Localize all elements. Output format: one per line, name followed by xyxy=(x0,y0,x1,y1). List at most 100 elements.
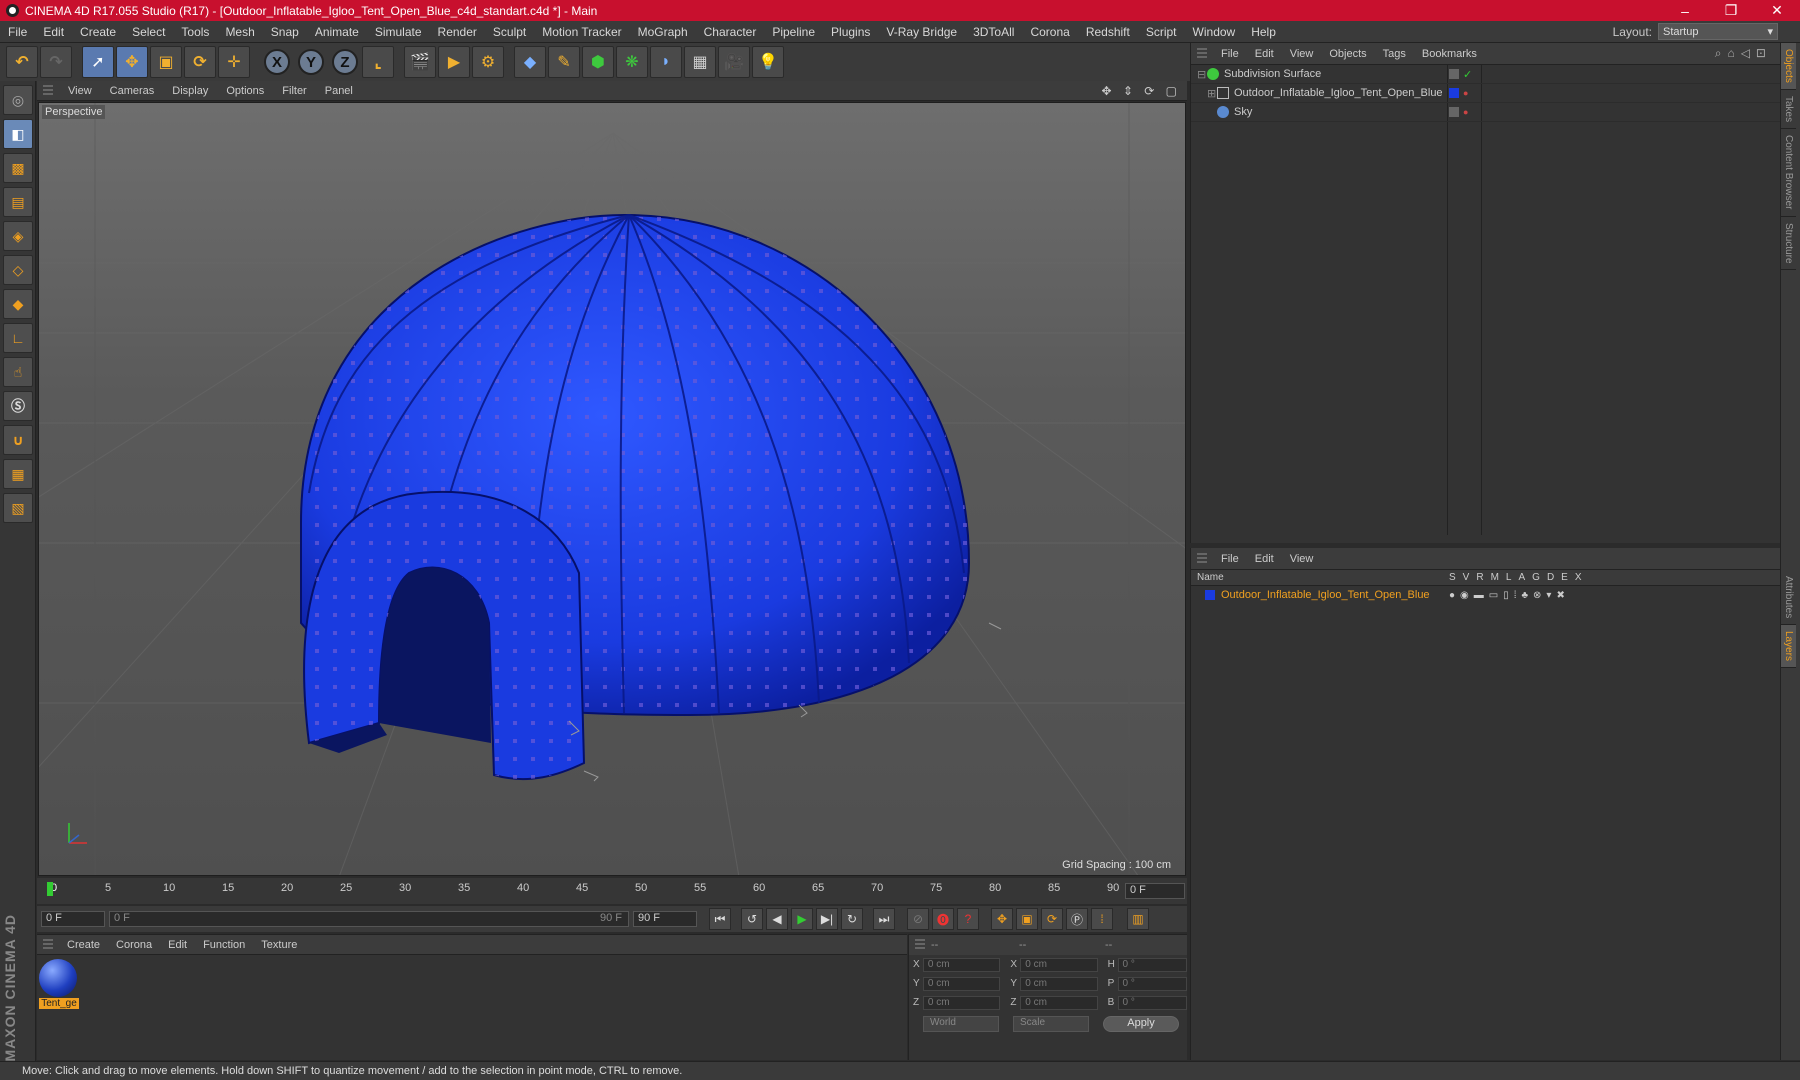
key-position-icon[interactable]: ✥ xyxy=(991,908,1013,930)
workplane-mode-icon[interactable]: ▤ xyxy=(3,187,33,217)
size-y-field[interactable]: 0 cm xyxy=(1020,976,1098,991)
object-menu-tags[interactable]: Tags xyxy=(1375,48,1414,60)
position-x-field[interactable]: 0 cm xyxy=(922,957,1001,972)
object-visibility-tags[interactable]: ● xyxy=(1449,107,1468,117)
material-swatch[interactable]: Tent_ge xyxy=(39,959,79,1009)
material-menu-create[interactable]: Create xyxy=(59,939,108,951)
generators-column[interactable]: G xyxy=(1532,572,1540,583)
next-frame-icon[interactable]: ▶| xyxy=(816,908,838,930)
xref-column[interactable]: X xyxy=(1575,572,1582,583)
menu-create[interactable]: Create xyxy=(72,25,124,39)
object-manager-nav-icons[interactable]: ⌕⌂◁⊡ xyxy=(1715,46,1772,61)
layer-menu-view[interactable]: View xyxy=(1282,553,1322,565)
menu-tools[interactable]: Tools xyxy=(173,25,217,39)
expand-toggle-icon[interactable]: ⊞ xyxy=(1207,87,1217,100)
menu-mograph[interactable]: MoGraph xyxy=(630,25,696,39)
tab-objects[interactable]: Objects xyxy=(1781,43,1796,90)
recent-tool-button[interactable]: ✛ xyxy=(218,46,250,78)
camera-object-button[interactable]: 🎥 xyxy=(718,46,750,78)
menu-motion-tracker[interactable]: Motion Tracker xyxy=(534,25,629,39)
end-frame-field[interactable]: 90 F xyxy=(633,911,697,927)
size-mode-dropdown[interactable]: Scale xyxy=(1013,1016,1089,1032)
key-scale-icon[interactable]: ▣ xyxy=(1016,908,1038,930)
scale-tool-button[interactable]: ▣ xyxy=(150,46,182,78)
panel-grip-icon[interactable] xyxy=(1197,552,1207,565)
object-row-igloo-tent[interactable]: ⊞ Outdoor_Inflatable_Igloo_Tent_Open_Blu… xyxy=(1191,84,1780,103)
previous-key-icon[interactable]: ↺ xyxy=(741,908,763,930)
planar-workplane-icon[interactable]: ▧ xyxy=(3,493,33,523)
view-column[interactable]: V xyxy=(1463,572,1470,583)
layer-menu-file[interactable]: File xyxy=(1213,553,1247,565)
menu-character[interactable]: Character xyxy=(696,25,765,39)
timeline-window-icon[interactable]: ▥ xyxy=(1127,908,1149,930)
viewport-menu-view[interactable]: View xyxy=(59,85,101,97)
coordinate-system-button[interactable]: ⌞ xyxy=(362,46,394,78)
render-column[interactable]: R xyxy=(1476,572,1483,583)
go-to-end-icon[interactable]: ⏭ xyxy=(873,908,895,930)
rotation-h-field[interactable]: 0 ° xyxy=(1117,957,1188,972)
menu-pipeline[interactable]: Pipeline xyxy=(764,25,823,39)
tab-structure[interactable]: Structure xyxy=(1781,217,1796,271)
menu-vray-bridge[interactable]: V-Ray Bridge xyxy=(878,25,965,39)
menu-plugins[interactable]: Plugins xyxy=(823,25,878,39)
redo-button[interactable]: ↷ xyxy=(40,46,72,78)
floor-object-button[interactable]: ▦ xyxy=(684,46,716,78)
key-point-level-icon[interactable]: ⁞ xyxy=(1091,908,1113,930)
tab-layers[interactable]: Layers xyxy=(1781,625,1796,669)
panel-grip-icon[interactable] xyxy=(915,939,925,951)
expressions-column[interactable]: E xyxy=(1561,572,1568,583)
perspective-viewport[interactable]: Perspective Grid Spacing : 100 cm xyxy=(38,102,1186,876)
key-parameter-icon[interactable]: Ⓟ xyxy=(1066,908,1088,930)
viewport-menu-cameras[interactable]: Cameras xyxy=(101,85,164,97)
material-menu-function[interactable]: Function xyxy=(195,939,253,951)
next-key-icon[interactable]: ↻ xyxy=(841,908,863,930)
menu-select[interactable]: Select xyxy=(124,25,173,39)
igloo-tent-model[interactable] xyxy=(300,213,971,781)
record-active-icon[interactable]: ⊘ xyxy=(907,908,929,930)
render-settings-button[interactable]: ⚙ xyxy=(472,46,504,78)
locked-column[interactable]: L xyxy=(1506,572,1512,583)
manager-column[interactable]: M xyxy=(1491,572,1499,583)
position-y-field[interactable]: 0 cm xyxy=(922,976,1001,991)
solo-column[interactable]: S xyxy=(1449,572,1456,583)
animation-column[interactable]: A xyxy=(1518,572,1525,583)
size-z-field[interactable]: 0 cm xyxy=(1020,995,1098,1010)
make-editable-icon[interactable]: ◎ xyxy=(3,85,33,115)
undo-button[interactable]: ↶ xyxy=(6,46,38,78)
layer-flag-icons[interactable]: ●◉▬▭▯⁞♣⊗▾✖ xyxy=(1449,590,1570,601)
y-axis-lock-button[interactable]: Y xyxy=(298,49,324,75)
close-button[interactable]: ✕ xyxy=(1754,0,1800,21)
tab-attributes[interactable]: Attributes xyxy=(1781,570,1796,626)
rotation-p-field[interactable]: 0 ° xyxy=(1117,976,1188,991)
go-to-start-icon[interactable]: ⏮ xyxy=(709,908,731,930)
render-view-button[interactable]: 🎬 xyxy=(404,46,436,78)
start-frame-field[interactable]: 0 F xyxy=(41,911,105,927)
render-picture-viewer-button[interactable]: ▶ xyxy=(438,46,470,78)
live-selection-button[interactable]: ➚ xyxy=(82,46,114,78)
playhead-marker[interactable] xyxy=(47,882,53,896)
object-row-subdivision-surface[interactable]: ⊟ Subdivision Surface ✓ xyxy=(1191,65,1780,84)
menu-script[interactable]: Script xyxy=(1138,25,1185,39)
viewport-menu-options[interactable]: Options xyxy=(217,85,273,97)
minimize-button[interactable]: – xyxy=(1662,0,1708,21)
polygons-mode-icon[interactable]: ◆ xyxy=(3,289,33,319)
coordinate-mode-dropdown[interactable]: World xyxy=(923,1016,999,1032)
layout-dropdown[interactable]: Startup ▾ xyxy=(1658,23,1778,40)
viewport-navigation-icons[interactable]: ✥ ⇕ ⟳ ▢ xyxy=(1101,84,1181,98)
menu-help[interactable]: Help xyxy=(1243,25,1284,39)
menu-edit[interactable]: Edit xyxy=(35,25,72,39)
layer-menu-edit[interactable]: Edit xyxy=(1247,553,1282,565)
menu-file[interactable]: File xyxy=(0,25,35,39)
move-tool-button[interactable]: ✥ xyxy=(116,46,148,78)
object-material-tag[interactable]: ● xyxy=(1449,88,1468,98)
menu-3dtoall[interactable]: 3DToAll xyxy=(965,25,1022,39)
deformer-button[interactable]: ◗ xyxy=(650,46,682,78)
model-mode-icon[interactable]: ◧ xyxy=(3,119,33,149)
rotation-b-field[interactable]: 0 ° xyxy=(1117,995,1188,1010)
deformers-column[interactable]: D xyxy=(1547,572,1554,583)
rotate-tool-button[interactable]: ⟳ xyxy=(184,46,216,78)
cube-object-button[interactable]: ◆ xyxy=(514,46,546,78)
object-menu-objects[interactable]: Objects xyxy=(1321,48,1374,60)
frame-range-slider[interactable]: 0 F 90 F xyxy=(109,911,629,927)
menu-mesh[interactable]: Mesh xyxy=(217,25,262,39)
